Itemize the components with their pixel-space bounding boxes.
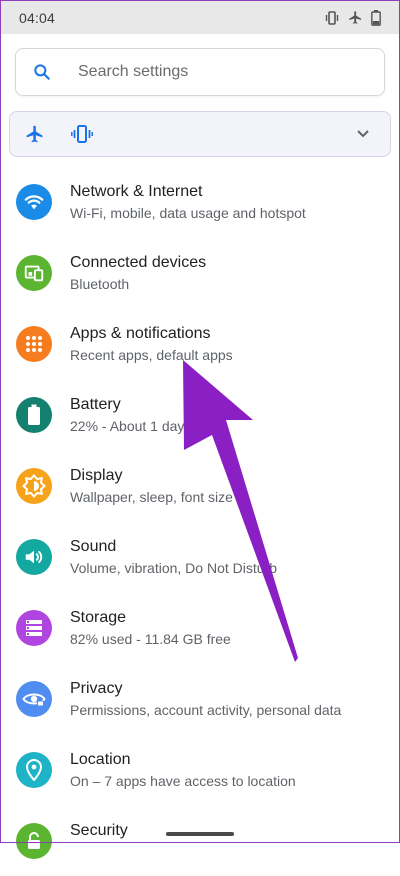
settings-item-title: Sound: [70, 538, 117, 555]
volume-icon: [16, 539, 52, 575]
vibrate-icon: [324, 10, 340, 25]
settings-item-title: Apps & notifications: [70, 325, 211, 342]
settings-item-privacy[interactable]: Privacy Permissions, account activity, p…: [0, 663, 400, 734]
settings-item-subtitle: Volume, vibration, Do Not Disturb: [70, 560, 277, 576]
settings-item-subtitle: Permissions, account activity, personal …: [70, 702, 342, 718]
storage-icon: [16, 610, 52, 646]
settings-item-title: Privacy: [70, 680, 123, 697]
settings-item-title: Storage: [70, 609, 127, 626]
settings-item-display[interactable]: Display Wallpaper, sleep, font size: [0, 450, 400, 521]
privacy-eye-icon: [16, 681, 52, 717]
settings-item-battery[interactable]: Battery 22% - About 1 day left: [0, 379, 400, 450]
chevron-down-icon[interactable]: [356, 129, 370, 139]
airplane-icon[interactable]: [25, 124, 45, 144]
settings-item-network[interactable]: Network & Internet Wi-Fi, mobile, data u…: [0, 166, 400, 237]
navigation-handle[interactable]: [166, 832, 234, 836]
status-bar: 04:04: [1, 1, 399, 34]
settings-item-sound[interactable]: Sound Volume, vibration, Do Not Disturb: [0, 521, 400, 592]
search-icon: [32, 62, 52, 82]
settings-item-title: Battery: [70, 396, 121, 413]
settings-item-subtitle: 22% - About 1 day left: [70, 418, 207, 434]
brightness-icon: [16, 468, 52, 504]
vibrate-icon[interactable]: [71, 124, 93, 144]
devices-icon: [16, 255, 52, 291]
quick-settings-bar[interactable]: [9, 111, 391, 157]
battery-icon: [16, 397, 52, 433]
apps-icon: [16, 326, 52, 362]
settings-item-apps-notifications[interactable]: Apps & notifications Recent apps, defaul…: [0, 308, 400, 379]
settings-item-title: Location: [70, 751, 131, 768]
search-input[interactable]: [76, 62, 350, 82]
airplane-icon: [348, 10, 363, 25]
status-time: 04:04: [19, 9, 56, 26]
settings-item-subtitle: Bluetooth: [70, 276, 130, 292]
settings-item-location[interactable]: Location On – 7 apps have access to loca…: [0, 734, 400, 805]
settings-item-subtitle: Wi-Fi, mobile, data usage and hotspot: [70, 205, 306, 221]
settings-item-subtitle: Recent apps, default apps: [70, 347, 233, 363]
search-box[interactable]: [15, 48, 385, 96]
settings-item-subtitle: Wallpaper, sleep, font size: [70, 489, 233, 505]
lock-icon: [16, 823, 52, 859]
settings-item-subtitle: 82% used - 11.84 GB free: [70, 631, 231, 647]
battery-icon: [371, 9, 381, 26]
settings-item-connected-devices[interactable]: Connected devices Bluetooth: [0, 237, 400, 308]
wifi-icon: [16, 184, 52, 220]
settings-item-title: Network & Internet: [70, 183, 203, 200]
settings-item-subtitle: On – 7 apps have access to location: [70, 773, 296, 789]
settings-item-storage[interactable]: Storage 82% used - 11.84 GB free: [0, 592, 400, 663]
location-pin-icon: [16, 752, 52, 788]
settings-item-title: Display: [70, 467, 123, 484]
settings-item-title: Connected devices: [70, 254, 207, 271]
settings-item-security[interactable]: Security: [0, 805, 400, 876]
settings-item-title: Security: [70, 822, 128, 839]
status-icons: [324, 9, 381, 26]
